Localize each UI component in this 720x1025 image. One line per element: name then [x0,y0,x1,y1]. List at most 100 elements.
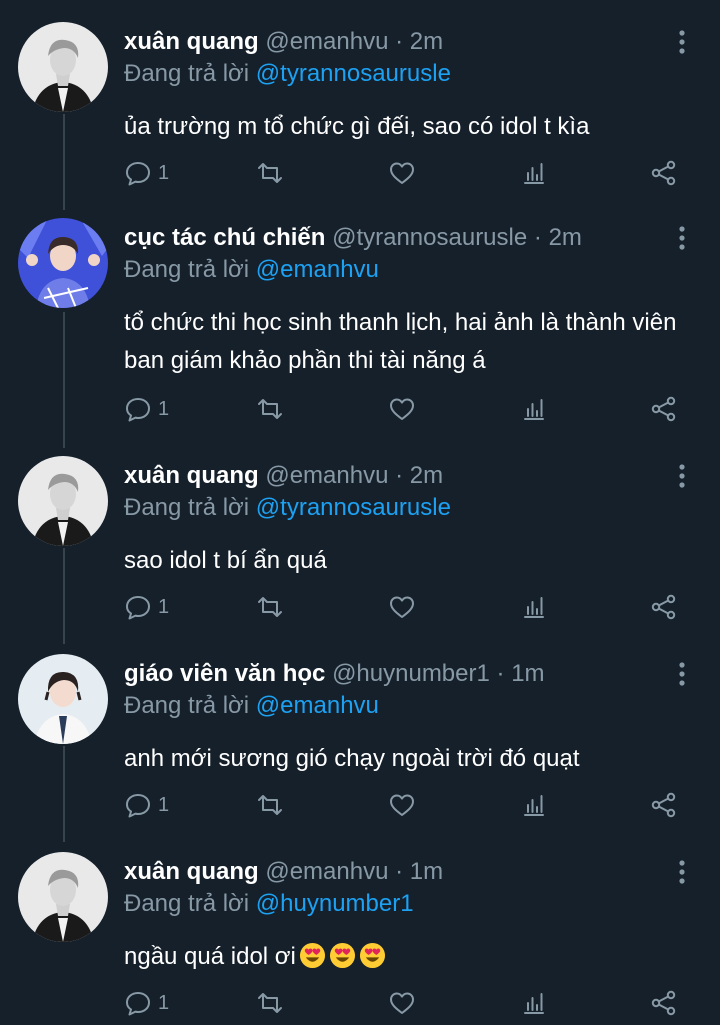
analytics-button[interactable] [520,158,548,188]
reply-icon [126,162,150,186]
replying-to: Đang trả lời @tyrannosaurusle [124,494,451,522]
avatar[interactable] [18,654,108,744]
replying-to-label: Đang trả lời [124,692,250,719]
tweet-actions: 1 [124,790,684,820]
replying-to: Đang trả lời @tyrannosaurusle [124,60,451,88]
replying-to-label: Đang trả lời [124,256,250,283]
heart-eyes-emoji-icon [296,942,326,970]
retweet-button[interactable] [256,592,284,622]
heart-icon [390,162,414,184]
analytics-button[interactable] [520,394,548,424]
reply-icon [126,596,150,620]
more-options-icon[interactable] [674,462,690,490]
tweet[interactable]: xuân quang @emanhvu · 1m Đang trả lời @h… [0,852,720,1025]
avatar[interactable] [18,456,108,546]
retweet-button[interactable] [256,790,284,820]
reply-button[interactable]: 1 [124,394,169,424]
more-options-icon[interactable] [674,224,690,252]
share-button[interactable] [650,592,678,622]
timestamp[interactable]: 2m [549,224,582,251]
share-button[interactable] [650,158,678,188]
reply-button[interactable]: 1 [124,790,169,820]
heart-icon [390,992,414,1014]
analytics-icon [524,399,544,420]
mention-link[interactable]: @huynumber1 [256,890,414,917]
replying-to: Đang trả lời @huynumber1 [124,890,414,918]
display-name[interactable]: xuân quang [124,28,259,55]
separator-dot: · [395,28,404,55]
retweet-button[interactable] [256,988,284,1018]
analytics-icon [524,597,544,618]
separator-dot: · [395,858,404,885]
reply-count: 1 [158,161,170,184]
tweet[interactable]: xuân quang @emanhvu · 2m Đang trả lời @t… [0,456,720,636]
username[interactable]: @emanhvu [265,858,388,885]
retweet-icon [258,163,282,183]
display-name[interactable]: xuân quang [124,858,259,885]
reply-icon [126,992,150,1016]
timestamp[interactable]: 2m [410,28,443,55]
tweet-header: cục tác chú chiến @tyrannosaurusle · 2m [124,224,582,252]
more-options-icon[interactable] [674,858,690,886]
reply-button[interactable]: 1 [124,592,169,622]
like-button[interactable] [388,158,416,188]
display-name[interactable]: xuân quang [124,462,259,489]
display-name[interactable]: giáo viên văn học [124,660,325,687]
replying-to-label: Đang trả lời [124,890,250,917]
avatar[interactable] [18,218,108,308]
retweet-icon [258,399,282,419]
analytics-button[interactable] [520,790,548,820]
username[interactable]: @emanhvu [265,28,388,55]
username[interactable]: @emanhvu [265,462,388,489]
analytics-button[interactable] [520,592,548,622]
retweet-icon [258,795,282,815]
reply-icon [126,398,150,422]
avatar[interactable] [18,852,108,942]
like-button[interactable] [388,988,416,1018]
separator-dot: · [395,462,404,489]
reply-count: 1 [158,397,170,420]
tweet-text: ủa trường m tổ chức gì đếi, sao có idol … [124,113,590,140]
more-options-icon[interactable] [674,28,690,56]
like-button[interactable] [388,592,416,622]
tweet-header: xuân quang @emanhvu · 1m [124,858,443,886]
tweet[interactable]: giáo viên văn học @huynumber1 · 1m Đang … [0,654,720,834]
display-name[interactable]: cục tác chú chiến [124,224,325,251]
reply-count: 1 [158,991,170,1014]
avatar[interactable] [18,22,108,112]
analytics-icon [524,993,544,1014]
tweet-header: xuân quang @emanhvu · 2m [124,28,443,56]
share-button[interactable] [650,790,678,820]
reply-button[interactable]: 1 [124,988,169,1018]
tweet[interactable]: cục tác chú chiến @tyrannosaurusle · 2m … [0,218,720,438]
replying-to-label: Đang trả lời [124,494,250,521]
tweet[interactable]: xuân quang @emanhvu · 2m Đang trả lời @t… [0,22,720,202]
timestamp[interactable]: 1m [511,660,544,687]
share-button[interactable] [650,394,678,424]
tweet-text: tổ chức thi học sinh thanh lịch, hai ảnh… [124,309,677,374]
retweet-button[interactable] [256,394,284,424]
share-icon [651,594,676,620]
tweet-actions: 1 [124,394,684,424]
analytics-button[interactable] [520,988,548,1018]
username[interactable]: @tyrannosaurusle [332,224,527,251]
separator-dot: · [533,224,542,251]
retweet-button[interactable] [256,158,284,188]
timestamp[interactable]: 1m [410,858,443,885]
mention-link[interactable]: @tyrannosaurusle [256,60,451,87]
timestamp[interactable]: 2m [410,462,443,489]
share-button[interactable] [650,988,678,1018]
username[interactable]: @huynumber1 [332,660,490,687]
mention-link[interactable]: @tyrannosaurusle [256,494,451,521]
tweet-actions: 1 [124,592,684,622]
more-options-icon[interactable] [674,660,690,688]
reply-button[interactable]: 1 [124,158,169,188]
share-icon [651,792,676,818]
reply-count: 1 [158,595,170,618]
like-button[interactable] [388,394,416,424]
retweet-icon [258,993,282,1013]
mention-link[interactable]: @emanhvu [256,692,379,719]
separator-dot: · [496,660,505,687]
like-button[interactable] [388,790,416,820]
mention-link[interactable]: @emanhvu [256,256,379,283]
